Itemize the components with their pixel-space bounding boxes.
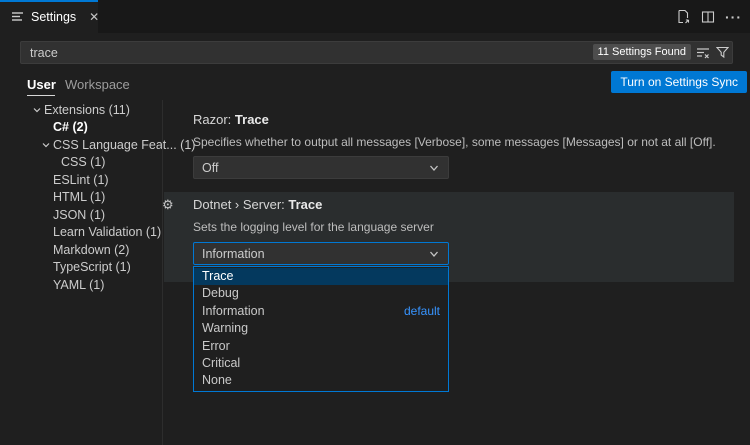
- active-tab-accent: [0, 0, 98, 2]
- dropdown-option-information[interactable]: Information default: [194, 303, 448, 320]
- dropdown-option-label: Information: [202, 303, 265, 320]
- chevron-down-icon: [428, 248, 440, 260]
- dropdown-option-label: Debug: [202, 285, 239, 302]
- tab-title: Settings: [31, 10, 76, 24]
- more-actions-icon[interactable]: ···: [725, 12, 742, 22]
- toc-item-json[interactable]: JSON (1): [0, 206, 162, 224]
- setting-title-dotnet-server-trace: Dotnet › Server: Trace: [193, 197, 322, 212]
- toc-item-html[interactable]: HTML (1): [0, 189, 162, 207]
- toc-item-label: JSON (1): [53, 208, 105, 222]
- chevron-down-icon: [30, 105, 44, 115]
- default-value-badge: default: [404, 303, 440, 320]
- dropdown-option-trace[interactable]: Trace: [194, 268, 448, 285]
- dotnet-server-trace-select-value: Information: [202, 247, 265, 261]
- tab-settings[interactable]: Settings ✕: [0, 0, 98, 33]
- settings-toc-tree: Extensions (11) C# (2) CSS Language Feat..…: [0, 101, 162, 294]
- settings-list-icon: [11, 9, 24, 25]
- toc-item-label: Markdown (2): [53, 243, 129, 257]
- setting-title-razor-trace: Razor: Trace: [193, 112, 269, 127]
- toc-item-css[interactable]: CSS (1): [0, 154, 162, 172]
- toc-item-label: Extensions (11): [44, 103, 130, 117]
- scope-tab-user[interactable]: User: [27, 77, 56, 92]
- clear-search-results-icon[interactable]: [694, 44, 711, 61]
- setting-name: Trace: [235, 112, 269, 127]
- tab-strip: Settings ✕: [0, 0, 750, 33]
- trace-level-dropdown-list: TraceDebugInformation default WarningError…: [193, 266, 449, 392]
- close-icon[interactable]: ✕: [89, 11, 99, 23]
- turn-on-settings-sync-button[interactable]: Turn on Settings Sync: [611, 71, 747, 93]
- toc-item-label: CSS (1): [61, 155, 105, 169]
- scope-tab-user-underline: [27, 95, 55, 96]
- dotnet-server-trace-select[interactable]: Information: [193, 242, 449, 265]
- toc-sash-divider[interactable]: [162, 100, 163, 445]
- toc-item-yaml[interactable]: YAML (1): [0, 276, 162, 294]
- open-settings-json-icon[interactable]: [675, 9, 691, 25]
- setting-name: Trace: [288, 197, 322, 212]
- dropdown-option-label: Critical: [202, 355, 240, 372]
- toc-item-markdown[interactable]: Markdown (2): [0, 241, 162, 259]
- toc-item-typescript[interactable]: TypeScript (1): [0, 259, 162, 277]
- toc-item-css-language-feat-[interactable]: CSS Language Feat... (1): [0, 136, 162, 154]
- chevron-down-icon: [39, 140, 53, 150]
- razor-trace-select[interactable]: Off: [193, 156, 449, 179]
- setting-gear-icon[interactable]: ⚙: [162, 198, 174, 211]
- toc-item-label: Learn Validation (1): [53, 225, 161, 239]
- toc-item-learn-validation[interactable]: Learn Validation (1): [0, 224, 162, 242]
- toc-item-label: CSS Language Feat... (1): [53, 138, 195, 152]
- setting-category-prefix: Dotnet › Server:: [193, 197, 288, 212]
- toc-item-eslint[interactable]: ESLint (1): [0, 171, 162, 189]
- setting-description-dotnet: Sets the logging level for the language …: [193, 220, 434, 234]
- toc-item-label: C# (2): [53, 120, 88, 134]
- chevron-down-icon: [428, 162, 440, 174]
- setting-description-razor: Specifies whether to output all messages…: [193, 135, 716, 149]
- split-editor-icon[interactable]: [700, 9, 716, 25]
- dropdown-option-warning[interactable]: Warning: [194, 320, 448, 337]
- razor-trace-select-value: Off: [202, 161, 218, 175]
- toc-item-label: HTML (1): [53, 190, 105, 204]
- toc-item-c-[interactable]: C# (2): [0, 119, 162, 137]
- toc-item-label: YAML (1): [53, 278, 104, 292]
- dropdown-option-error[interactable]: Error: [194, 338, 448, 355]
- setting-category-prefix: Razor:: [193, 112, 235, 127]
- dropdown-option-label: None: [202, 372, 232, 389]
- settings-found-badge: 11 Settings Found: [593, 44, 691, 60]
- dropdown-option-label: Warning: [202, 320, 248, 337]
- dropdown-option-label: Error: [202, 338, 230, 355]
- dropdown-option-none[interactable]: None: [194, 372, 448, 389]
- dropdown-option-label: Trace: [202, 268, 234, 285]
- editor-actions: ···: [675, 0, 742, 33]
- dropdown-option-critical[interactable]: Critical: [194, 355, 448, 372]
- toc-item-label: TypeScript (1): [53, 260, 131, 274]
- search-bar: 11 Settings Found: [20, 41, 733, 64]
- toc-item-label: ESLint (1): [53, 173, 109, 187]
- filter-icon[interactable]: [714, 44, 731, 61]
- toc-item-extensions[interactable]: Extensions (11): [0, 101, 162, 119]
- scope-tab-workspace[interactable]: Workspace: [65, 77, 130, 92]
- settings-editor-window: Settings ✕: [0, 0, 750, 445]
- dropdown-option-debug[interactable]: Debug: [194, 285, 448, 302]
